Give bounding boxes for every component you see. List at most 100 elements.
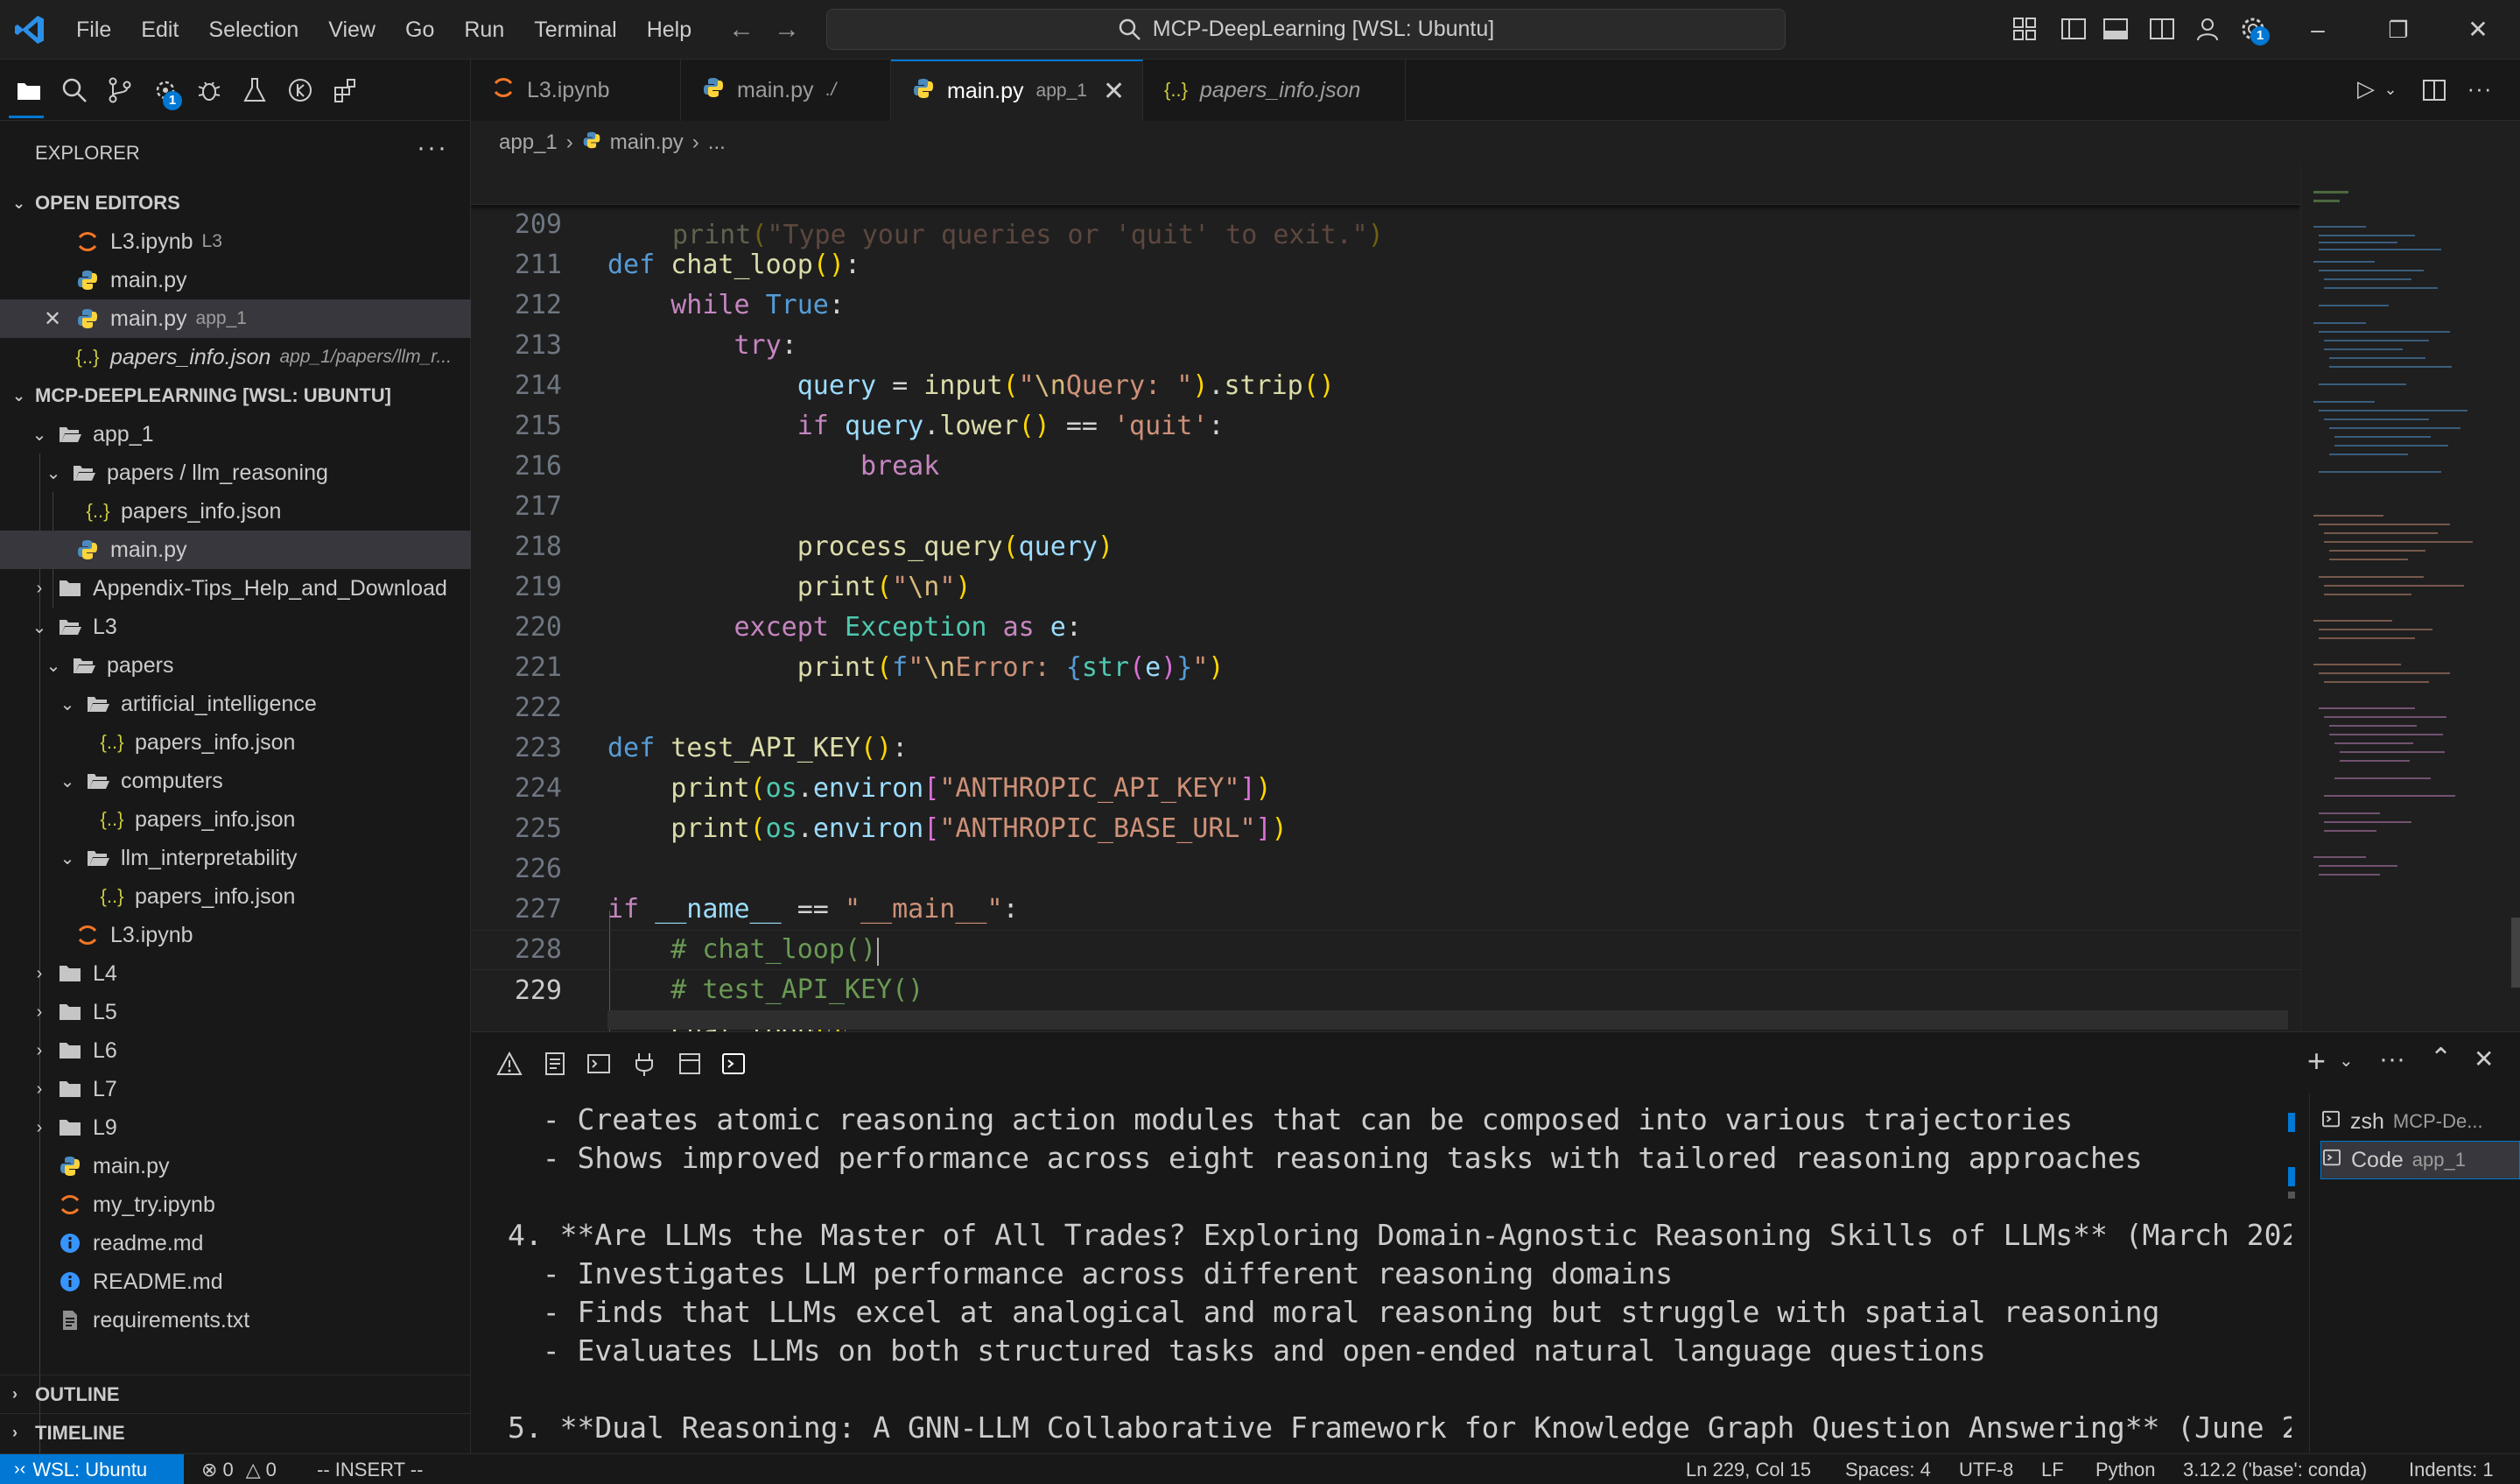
code-line[interactable]: 216 (471, 406, 2300, 482)
workspace-header[interactable]: ⌄ MCP-DEEPLEARNING [WSL: UBUNTU] (0, 376, 471, 415)
close-window-icon[interactable]: ✕ (2462, 14, 2494, 46)
timeline-header[interactable]: › TIMELINE (0, 1413, 471, 1452)
language-mode[interactable]: Python (2095, 1454, 2156, 1484)
new-terminal-icon[interactable]: + (2307, 1043, 2326, 1080)
open-editor-papers-info-json[interactable]: {..} papers_info.json app_1/papers/llm_r… (0, 338, 471, 376)
menu-terminal[interactable]: Terminal (519, 18, 631, 43)
sticky-scroll-line[interactable]: 209 def chat_loop(): (471, 165, 2300, 280)
breadcrumb-file[interactable]: main.py (610, 130, 684, 155)
code-line[interactable]: 211 while True: (471, 205, 2300, 320)
menu-run[interactable]: Run (449, 18, 519, 43)
testing-flask-icon[interactable] (240, 75, 270, 105)
code-line[interactable]: 215 break (471, 366, 2300, 482)
more-actions-icon[interactable]: ··· (417, 133, 448, 163)
chevron-down-icon[interactable]: ⌄ (2376, 81, 2405, 110)
tree-folder-computers[interactable]: ⌄ computers (0, 762, 471, 800)
menu-go[interactable]: Go (390, 18, 449, 43)
tree-folder-llm-interpretability[interactable]: ⌄ llm_interpretability (0, 839, 471, 877)
toggle-secondary-sidebar-icon[interactable] (2147, 14, 2177, 44)
code-line[interactable]: 214 if query.lower() == 'quit': (471, 326, 2300, 441)
problems-warning-icon[interactable] (495, 1050, 523, 1078)
ports-icon[interactable] (630, 1050, 658, 1078)
indentation-setting[interactable]: Spaces: 4 (1845, 1454, 1931, 1484)
tree-folder-appendix[interactable]: › Appendix-Tips_Help_and_Download (0, 569, 471, 608)
terminal-scrollbar[interactable] (2286, 1104, 2295, 1454)
breadcrumb-folder[interactable]: app_1 (499, 130, 558, 155)
split-editor-icon[interactable] (2419, 75, 2449, 105)
tree-folder-l5[interactable]: › L5 (0, 993, 471, 1031)
open-editors-header[interactable]: ⌄ OPEN EDITORS (0, 184, 471, 222)
tree-file-papers-info-json[interactable]: {..} papers_info.json (0, 723, 471, 762)
tree-file-readme-md-upper[interactable]: README.md (0, 1262, 471, 1301)
outline-header[interactable]: › OUTLINE (0, 1375, 471, 1413)
tab-l3-ipynb[interactable]: L3.ipynb (471, 60, 681, 121)
more-actions-icon[interactable]: ··· (2465, 75, 2495, 105)
gitlens-icon[interactable] (676, 1050, 704, 1078)
terminal-instance-zsh[interactable]: zsh MCP-De... (2320, 1102, 2520, 1141)
open-editor-l3-ipynb[interactable]: L3.ipynb L3 (0, 222, 471, 261)
tree-folder-l6[interactable]: › L6 (0, 1031, 471, 1070)
toggle-primary-sidebar-icon[interactable] (2059, 14, 2088, 44)
customize-layout-icon[interactable] (2010, 14, 2039, 44)
close-editor-icon[interactable]: ✕ (44, 306, 65, 332)
source-control-icon[interactable] (105, 75, 135, 105)
explorer-files-icon[interactable] (14, 75, 44, 105)
tree-file-papers-info-json[interactable]: {..} papers_info.json (0, 877, 471, 916)
code-line[interactable]: 221 (471, 608, 2300, 683)
code-line[interactable]: 227 # chat_loop() (471, 849, 2300, 965)
code-line[interactable]: 226 if __name__ == "__main__": (471, 809, 2300, 925)
horizontal-scrollbar[interactable] (607, 1010, 2288, 1030)
terminal-output[interactable]: - Creates atomic reasoning action module… (471, 1094, 2292, 1454)
code-line[interactable]: 224 print(os.environ["ANTHROPIC_BASE_URL… (471, 728, 2300, 844)
terminal-instance-code[interactable]: Code app_1 (2320, 1141, 2520, 1179)
menu-selection[interactable]: Selection (193, 18, 313, 43)
breadcrumb-symbol[interactable]: ... (708, 130, 726, 155)
problems-indicator[interactable]: ⊗ 0 △ 0 (201, 1454, 277, 1484)
output-icon[interactable] (541, 1050, 569, 1078)
tree-folder-papers-llm-reasoning[interactable]: ⌄ papers / llm_reasoning (0, 454, 471, 492)
terminal-icon[interactable] (719, 1050, 748, 1078)
tree-file-papers-info-json[interactable]: {..} papers_info.json (0, 492, 471, 531)
close-panel-icon[interactable]: ✕ (2474, 1044, 2494, 1073)
more-actions-icon[interactable]: ··· (2379, 1044, 2405, 1074)
current-code-line[interactable]: 229 chat_loop() (471, 930, 2300, 1031)
minimap-slider[interactable] (2511, 918, 2520, 988)
indents-indicator[interactable]: Indents: 1 (2409, 1454, 2494, 1484)
open-editor-main-py[interactable]: main.py (0, 261, 471, 299)
menu-file[interactable]: File (61, 18, 126, 43)
tree-file-main-py-app1[interactable]: main.py (0, 531, 471, 569)
chevron-down-icon[interactable]: ⌄ (2339, 1050, 2354, 1072)
tree-folder-app1[interactable]: ⌄ app_1 (0, 415, 471, 454)
back-arrow-icon[interactable]: ← (727, 15, 756, 45)
code-line[interactable]: 219 except Exception as e: (471, 527, 2300, 643)
code-line[interactable]: 222 def test_API_KEY(): (471, 648, 2300, 763)
tree-file-my-try-ipynb[interactable]: my_try.ipynb (0, 1185, 471, 1224)
tab-main-py-app1[interactable]: main.py app_1 ✕ (891, 60, 1143, 121)
tree-file-readme-md[interactable]: readme.md (0, 1224, 471, 1262)
code-line[interactable]: 223 print(os.environ["ANTHROPIC_API_KEY"… (471, 688, 2300, 804)
tree-file-papers-info-json[interactable]: {..} papers_info.json (0, 800, 471, 839)
code-line[interactable]: 217 process_query(query) (471, 447, 2300, 562)
toggle-panel-icon[interactable] (2101, 14, 2130, 44)
search-icon[interactable] (60, 75, 89, 105)
remote-indicator[interactable]: ›‹ WSL: Ubuntu (0, 1454, 184, 1484)
tree-folder-l7[interactable]: › L7 (0, 1070, 471, 1108)
tree-file-main-py[interactable]: main.py (0, 1147, 471, 1185)
tab-main-py[interactable]: main.py ./ (681, 60, 891, 121)
cursor-position[interactable]: Ln 229, Col 15 (1686, 1454, 1811, 1484)
menu-view[interactable]: View (313, 18, 390, 43)
extensions-icon[interactable] (331, 75, 361, 105)
code-line[interactable]: 218 print("\n") (471, 487, 2300, 602)
file-encoding[interactable]: UTF-8 (1959, 1454, 2013, 1484)
tree-folder-l4[interactable]: › L4 (0, 954, 471, 993)
code-line[interactable]: 220 print(f"\nError: {str(e)}") (471, 567, 2300, 683)
tab-papers-info-json[interactable]: {..} papers_info.json (1143, 60, 1406, 121)
close-tab-icon[interactable]: ✕ (1103, 76, 1125, 107)
code-line[interactable]: 213 query = input("\nQuery: ").strip() (471, 285, 2300, 401)
menu-help[interactable]: Help (632, 18, 706, 43)
minimize-icon[interactable]: – (2302, 14, 2334, 46)
github-actions-icon[interactable] (285, 75, 315, 105)
run-debug-icon[interactable] (194, 75, 224, 105)
minimap[interactable] (2300, 165, 2520, 1031)
tree-folder-artificial-intelligence[interactable]: ⌄ artificial_intelligence (0, 685, 471, 723)
